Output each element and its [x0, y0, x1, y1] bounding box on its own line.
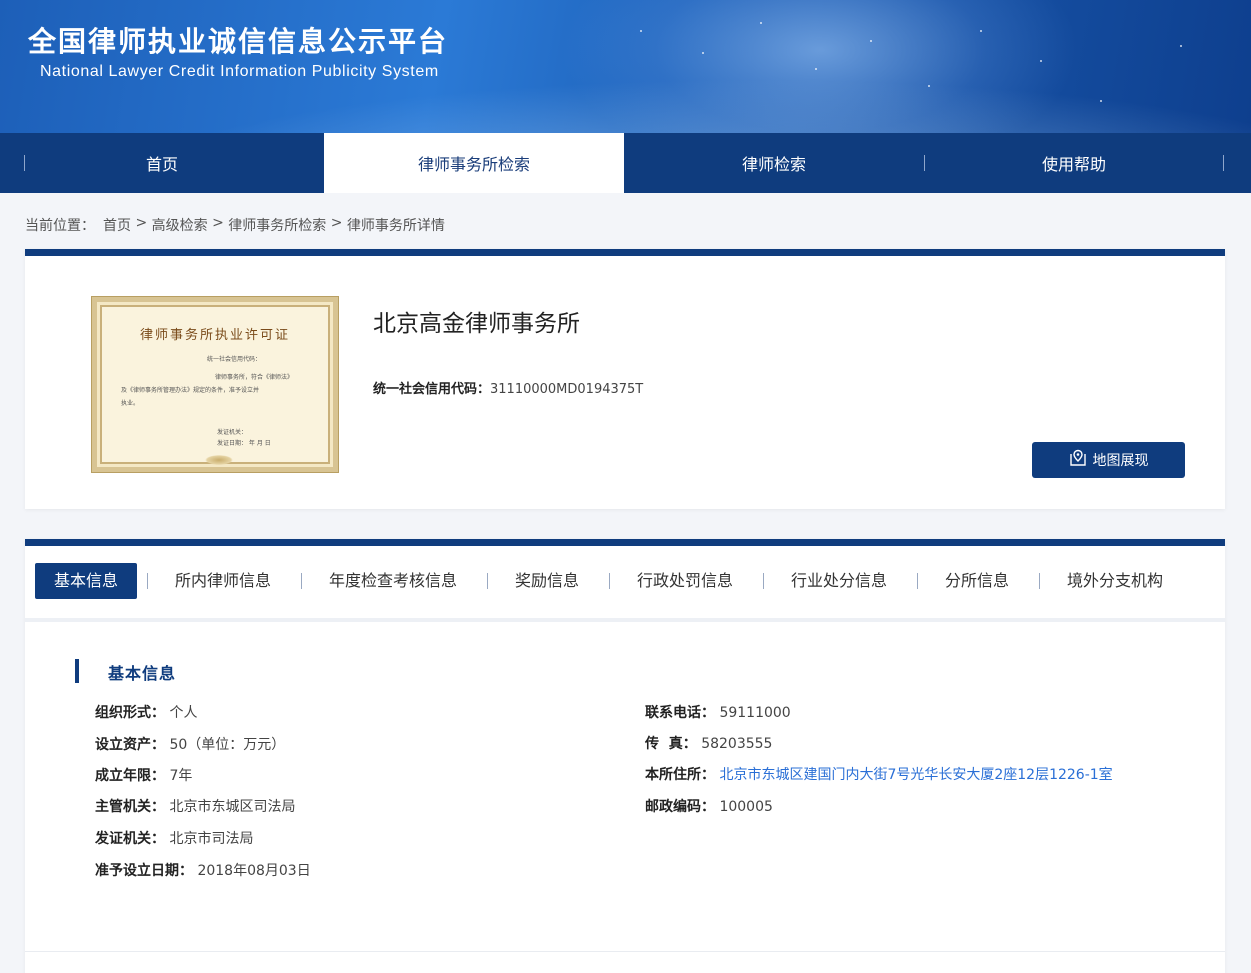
certificate-title: 律师事务所执业许可证	[139, 328, 290, 343]
banner-star	[640, 30, 642, 32]
breadcrumb-separator: >	[131, 215, 152, 231]
main-nav: 首页 律师事务所检索 律师检索 使用帮助	[0, 133, 1251, 193]
firm-detail-card: 基本信息 所内律师信息 年度检查考核信息 奖励信息 行政处罚信息 行业处分信息 …	[25, 539, 1225, 973]
breadcrumb-separator: >	[326, 215, 347, 231]
credit-code-label: 统一社会信用代码：	[373, 382, 491, 397]
firm-summary-card: 律师事务所执业许可证 统一社会信用代码： 律师事务所，符合《律师法》 及《律师事…	[25, 249, 1225, 509]
tab-divider	[917, 573, 918, 589]
banner-star	[1100, 100, 1102, 102]
field-org-form: 组织形式： 个人	[95, 702, 197, 722]
credit-code-value: 31110000MD0194375T	[490, 382, 644, 397]
banner-star	[1180, 45, 1182, 47]
field-value: 2018年08月03日	[197, 863, 311, 879]
nav-item-lawyer-search[interactable]: 律师检索	[624, 133, 924, 193]
nav-item-firm-search[interactable]: 律师事务所检索	[324, 133, 624, 193]
field-label: 本所住所：	[645, 767, 715, 783]
field-phone: 联系电话： 59111000	[645, 702, 791, 722]
field-label: 发证机关：	[95, 831, 165, 847]
field-value: 50（单位：万元）	[169, 737, 286, 753]
field-address: 本所住所： 北京市东城区建国门内大街7号光华长安大厦2座12层1226-1室	[645, 764, 1113, 784]
breadcrumb-advanced-search[interactable]: 高级检索	[152, 215, 208, 235]
breadcrumb-firm-search[interactable]: 律师事务所检索	[228, 215, 326, 235]
field-postal-code: 邮政编码： 100005	[645, 796, 773, 816]
tab-overseas-branches[interactable]: 境外分支机构	[1055, 563, 1175, 599]
tab-divider	[763, 573, 764, 589]
tab-administrative-penalty[interactable]: 行政处罚信息	[625, 563, 745, 599]
breadcrumb: 当前位置： 首页 > 高级检索 > 律师事务所检索 > 律师事务所详情	[25, 215, 445, 235]
nav-item-home[interactable]: 首页	[0, 133, 324, 193]
field-label: 邮政编码：	[645, 799, 715, 815]
certificate-text: 发证机关：	[217, 429, 248, 436]
certificate-text: 统一社会信用代码：	[207, 356, 262, 363]
breadcrumb-prefix: 当前位置：	[25, 218, 95, 234]
field-label: 成立年限：	[95, 768, 165, 784]
tab-divider	[609, 573, 610, 589]
banner-star	[702, 52, 704, 54]
field-fax: 传 真： 58203555	[645, 733, 772, 753]
header-banner: 全国律师执业诚信信息公示平台 National Lawyer Credit In…	[0, 0, 1251, 133]
field-registered-capital: 设立资产： 50（单位：万元）	[95, 734, 285, 754]
firm-name: 北京高金律师事务所	[373, 311, 580, 337]
banner-star	[760, 22, 762, 24]
certificate-text: 及《律师事务所管理办法》规定的条件，准予设立并	[121, 387, 260, 394]
banner-star	[928, 85, 930, 87]
field-value: 59111000	[719, 705, 791, 721]
site-subtitle: National Lawyer Credit Information Publi…	[40, 63, 439, 80]
banner-star	[980, 30, 982, 32]
tab-divider	[147, 573, 148, 589]
section-accent-bar	[75, 659, 79, 683]
section-title: 基本信息	[108, 664, 177, 683]
map-view-button[interactable]: 地图展现	[1032, 442, 1185, 478]
credit-code-row: 统一社会信用代码：31110000MD0194375T	[373, 378, 643, 397]
map-pin-icon	[1069, 449, 1087, 471]
field-supervising-authority: 主管机关： 北京市东城区司法局	[95, 796, 295, 816]
field-label: 主管机关：	[95, 799, 165, 815]
breadcrumb-current: 律师事务所详情	[346, 218, 445, 234]
field-label: 传 真：	[645, 736, 697, 752]
tab-divider	[301, 573, 302, 589]
field-label: 准予设立日期：	[95, 863, 193, 879]
certificate-text: 执业。	[121, 400, 140, 407]
map-view-label: 地图展现	[1092, 453, 1149, 469]
tab-industry-sanction[interactable]: 行业处分信息	[779, 563, 899, 599]
address-link[interactable]: 北京市东城区建国门内大街7号光华长安大厦2座12层1226-1室	[719, 767, 1112, 783]
breadcrumb-home[interactable]: 首页	[103, 215, 131, 235]
detail-tabs: 基本信息 所内律师信息 年度检查考核信息 奖励信息 行政处罚信息 行业处分信息 …	[25, 546, 1225, 622]
tab-awards[interactable]: 奖励信息	[503, 563, 591, 599]
field-value: 北京市东城区司法局	[169, 799, 296, 815]
tab-branches[interactable]: 分所信息	[933, 563, 1021, 599]
banner-star	[1040, 60, 1042, 62]
license-certificate-image: 律师事务所执业许可证 统一社会信用代码： 律师事务所，符合《律师法》 及《律师事…	[91, 296, 339, 473]
certificate-text: 律师事务所，符合《律师法》	[215, 374, 294, 381]
field-value: 个人	[169, 705, 198, 721]
tab-annual-inspection[interactable]: 年度检查考核信息	[318, 563, 468, 599]
breadcrumb-separator: >	[207, 215, 229, 231]
field-value: 58203555	[701, 736, 773, 752]
site-title: 全国律师执业诚信信息公示平台	[28, 25, 449, 58]
field-issuing-authority: 发证机关： 北京市司法局	[95, 828, 253, 848]
certificate-text: 发证日期： 年 月 日	[217, 440, 271, 447]
banner-star	[815, 68, 817, 70]
field-label: 联系电话：	[645, 705, 715, 721]
field-value: 100005	[719, 799, 773, 815]
field-value: 北京市司法局	[169, 831, 254, 847]
field-label: 设立资产：	[95, 737, 165, 753]
field-value: 7年	[169, 768, 193, 784]
nav-item-help[interactable]: 使用帮助	[924, 133, 1224, 193]
tab-divider	[1039, 573, 1040, 589]
tab-divider	[487, 573, 488, 589]
banner-star	[870, 40, 872, 42]
field-label: 组织形式：	[95, 705, 165, 721]
field-approval-date: 准予设立日期： 2018年08月03日	[95, 860, 311, 880]
field-years-established: 成立年限： 7年	[95, 765, 192, 785]
nav-divider	[1223, 155, 1224, 171]
tab-lawyers[interactable]: 所内律师信息	[163, 563, 283, 599]
certificate-ornament	[205, 455, 233, 465]
tab-basic-info[interactable]: 基本信息	[35, 563, 137, 599]
card-divider	[25, 951, 1225, 952]
